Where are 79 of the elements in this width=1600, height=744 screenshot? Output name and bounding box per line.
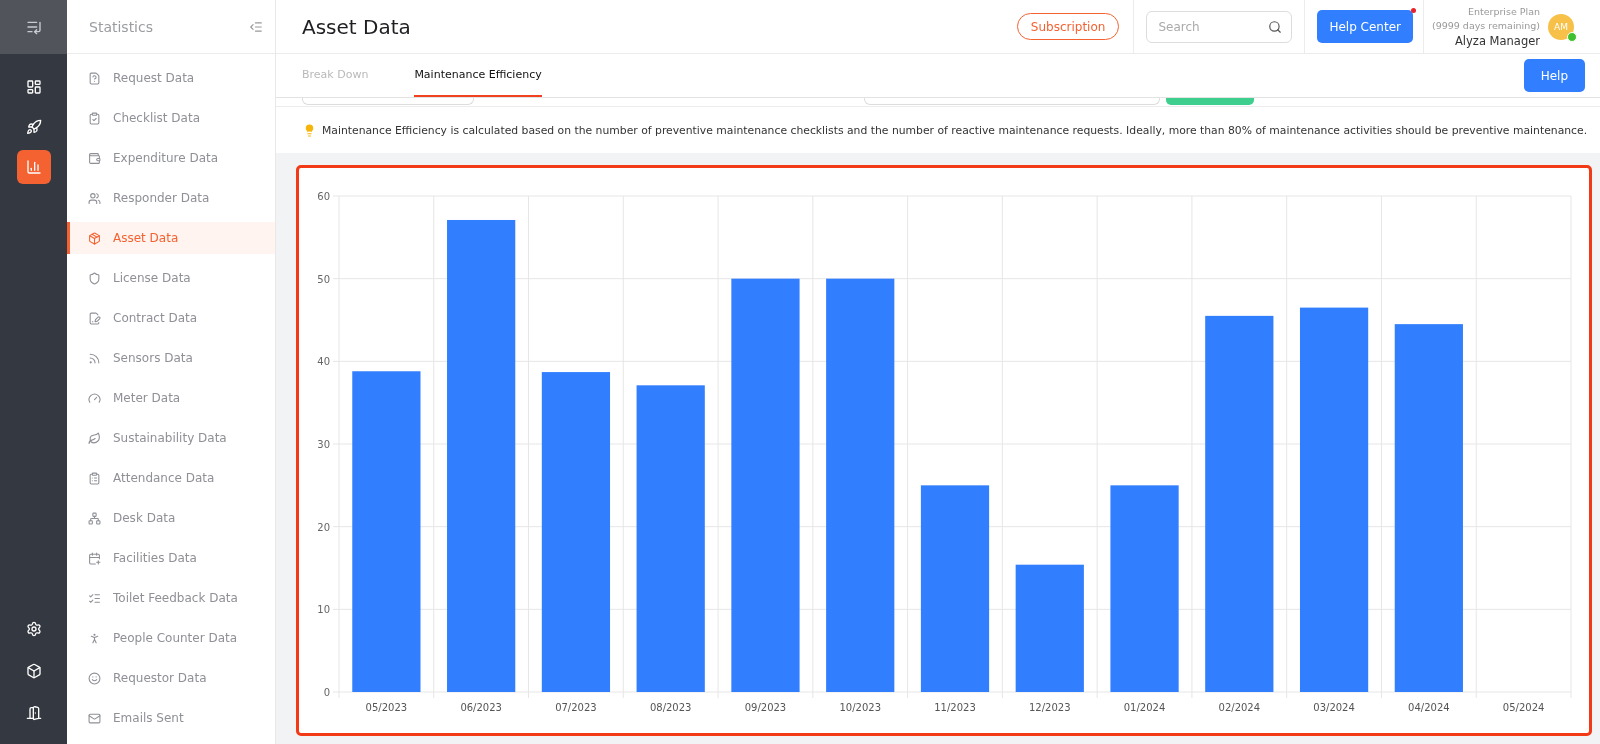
axis-tick-label: 11/2023 [934,702,976,713]
leaf-icon [88,431,101,445]
plan-label: Enterprise Plan [1467,4,1540,19]
info-text: Maintenance Efficiency is calculated based on the number of preventive maintenance checklists and the number of reactive maintenance requests. Ideally, more than 80% of maintenance activities should be preventive maintenance. [322,123,1588,137]
mail-icon [88,711,101,725]
clipboard-icon [88,471,101,485]
rail-button[interactable] [16,150,51,184]
sidebar-item[interactable]: Checklist Data [67,102,275,134]
axis-tick-label: 0 [323,687,330,698]
axis-tick-label: 40 [317,356,330,368]
sidebar-item[interactable]: Requestor Data [67,662,275,694]
axis-tick-label: 10/2023 [839,702,881,713]
axis-tick-label: 02/2024 [1218,702,1261,713]
package-icon [88,231,101,245]
sidebar-item[interactable]: License Data [67,262,275,294]
sidebar-item[interactable]: Contract Data [67,302,275,334]
axis-tick-label: 06/2023 [460,702,502,713]
axis-tick-label: 60 [317,191,330,202]
axis-tick-label: 07/2023 [555,702,597,713]
calendar-icon [88,551,101,565]
sidebar-item[interactable]: Responder Data [67,182,275,214]
smile-icon [88,671,101,685]
axis-tick-label: 05/2024 [1502,702,1545,713]
list-icon [88,591,101,605]
sidebar-item[interactable]: Toilet Feedback Data [67,582,275,614]
filter-field[interactable] [302,98,474,105]
axis-tick-label: 12/2023 [1029,702,1071,713]
axis-tick-label: 03/2024 [1313,702,1355,713]
search-field[interactable]: Search [1146,10,1293,43]
axis-tick-label: 10 [317,604,330,616]
help-center-button[interactable]: Help Center [1317,10,1413,43]
settings-icon[interactable] [25,621,42,637]
sidebar-item[interactable]: Request Data [67,62,275,94]
users-icon [88,191,101,205]
search-input[interactable]: Search [1156,18,1261,35]
checklist-icon [88,111,101,125]
sidebar-item[interactable]: Meter Data [67,382,275,414]
subscription-button[interactable]: Subscription [1016,13,1120,40]
menu-icon[interactable] [25,19,42,35]
person-icon [88,631,101,645]
sidebar-title: Statistics [89,18,153,35]
exit-door-icon[interactable] [25,705,42,721]
search-icon [1268,19,1283,34]
sidebar-item[interactable]: Asset Data [67,222,275,254]
sidebar-item[interactable]: Facilities Data [67,542,275,574]
sidebar-item[interactable]: Expenditure Data [67,142,275,174]
help-button[interactable]: Help [1523,59,1585,92]
axis-tick-label: 50 [317,273,330,285]
dashboard-icon [25,79,42,95]
lightbulb-icon [303,123,316,137]
document-icon [88,311,101,325]
axis-tick-label: 09/2023 [744,702,787,713]
rocket-icon [25,119,42,135]
question-icon [88,71,101,85]
sidebar-item[interactable]: Attendance Data [67,462,275,494]
chart-icon [25,159,42,175]
shield-icon [88,271,101,285]
tab[interactable]: Break Down [302,54,369,97]
axis-tick-label: 30 [317,439,330,450]
sidebar-item[interactable]: Emails Sent [67,702,275,734]
axis-tick-label: 01/2024 [1123,702,1166,713]
axis-tick-label: 20 [317,521,330,533]
gauge-icon [88,391,101,405]
axis-tick-label: 05/2023 [365,702,408,713]
signal-icon [88,351,101,365]
desk-icon [88,511,101,525]
page-title: Asset Data [302,14,412,39]
sidebar-item[interactable]: Desk Data [67,502,275,534]
notification-dot [1410,8,1416,13]
user-name: Alyza Manager [1455,32,1540,49]
wallet-icon [88,151,101,165]
cube-icon[interactable] [25,663,42,679]
sidebar-item[interactable]: People Counter Data [67,622,275,654]
axis-tick-label: 04/2024 [1408,702,1450,713]
days-remaining: (9999 days remaining) [1431,18,1540,33]
axis-tick-label: 08/2023 [649,702,692,713]
sidebar-item[interactable]: Sensors Data [67,342,275,374]
sidebar-item[interactable]: Sustainability Data [67,422,275,454]
filter-field[interactable] [864,98,1160,105]
